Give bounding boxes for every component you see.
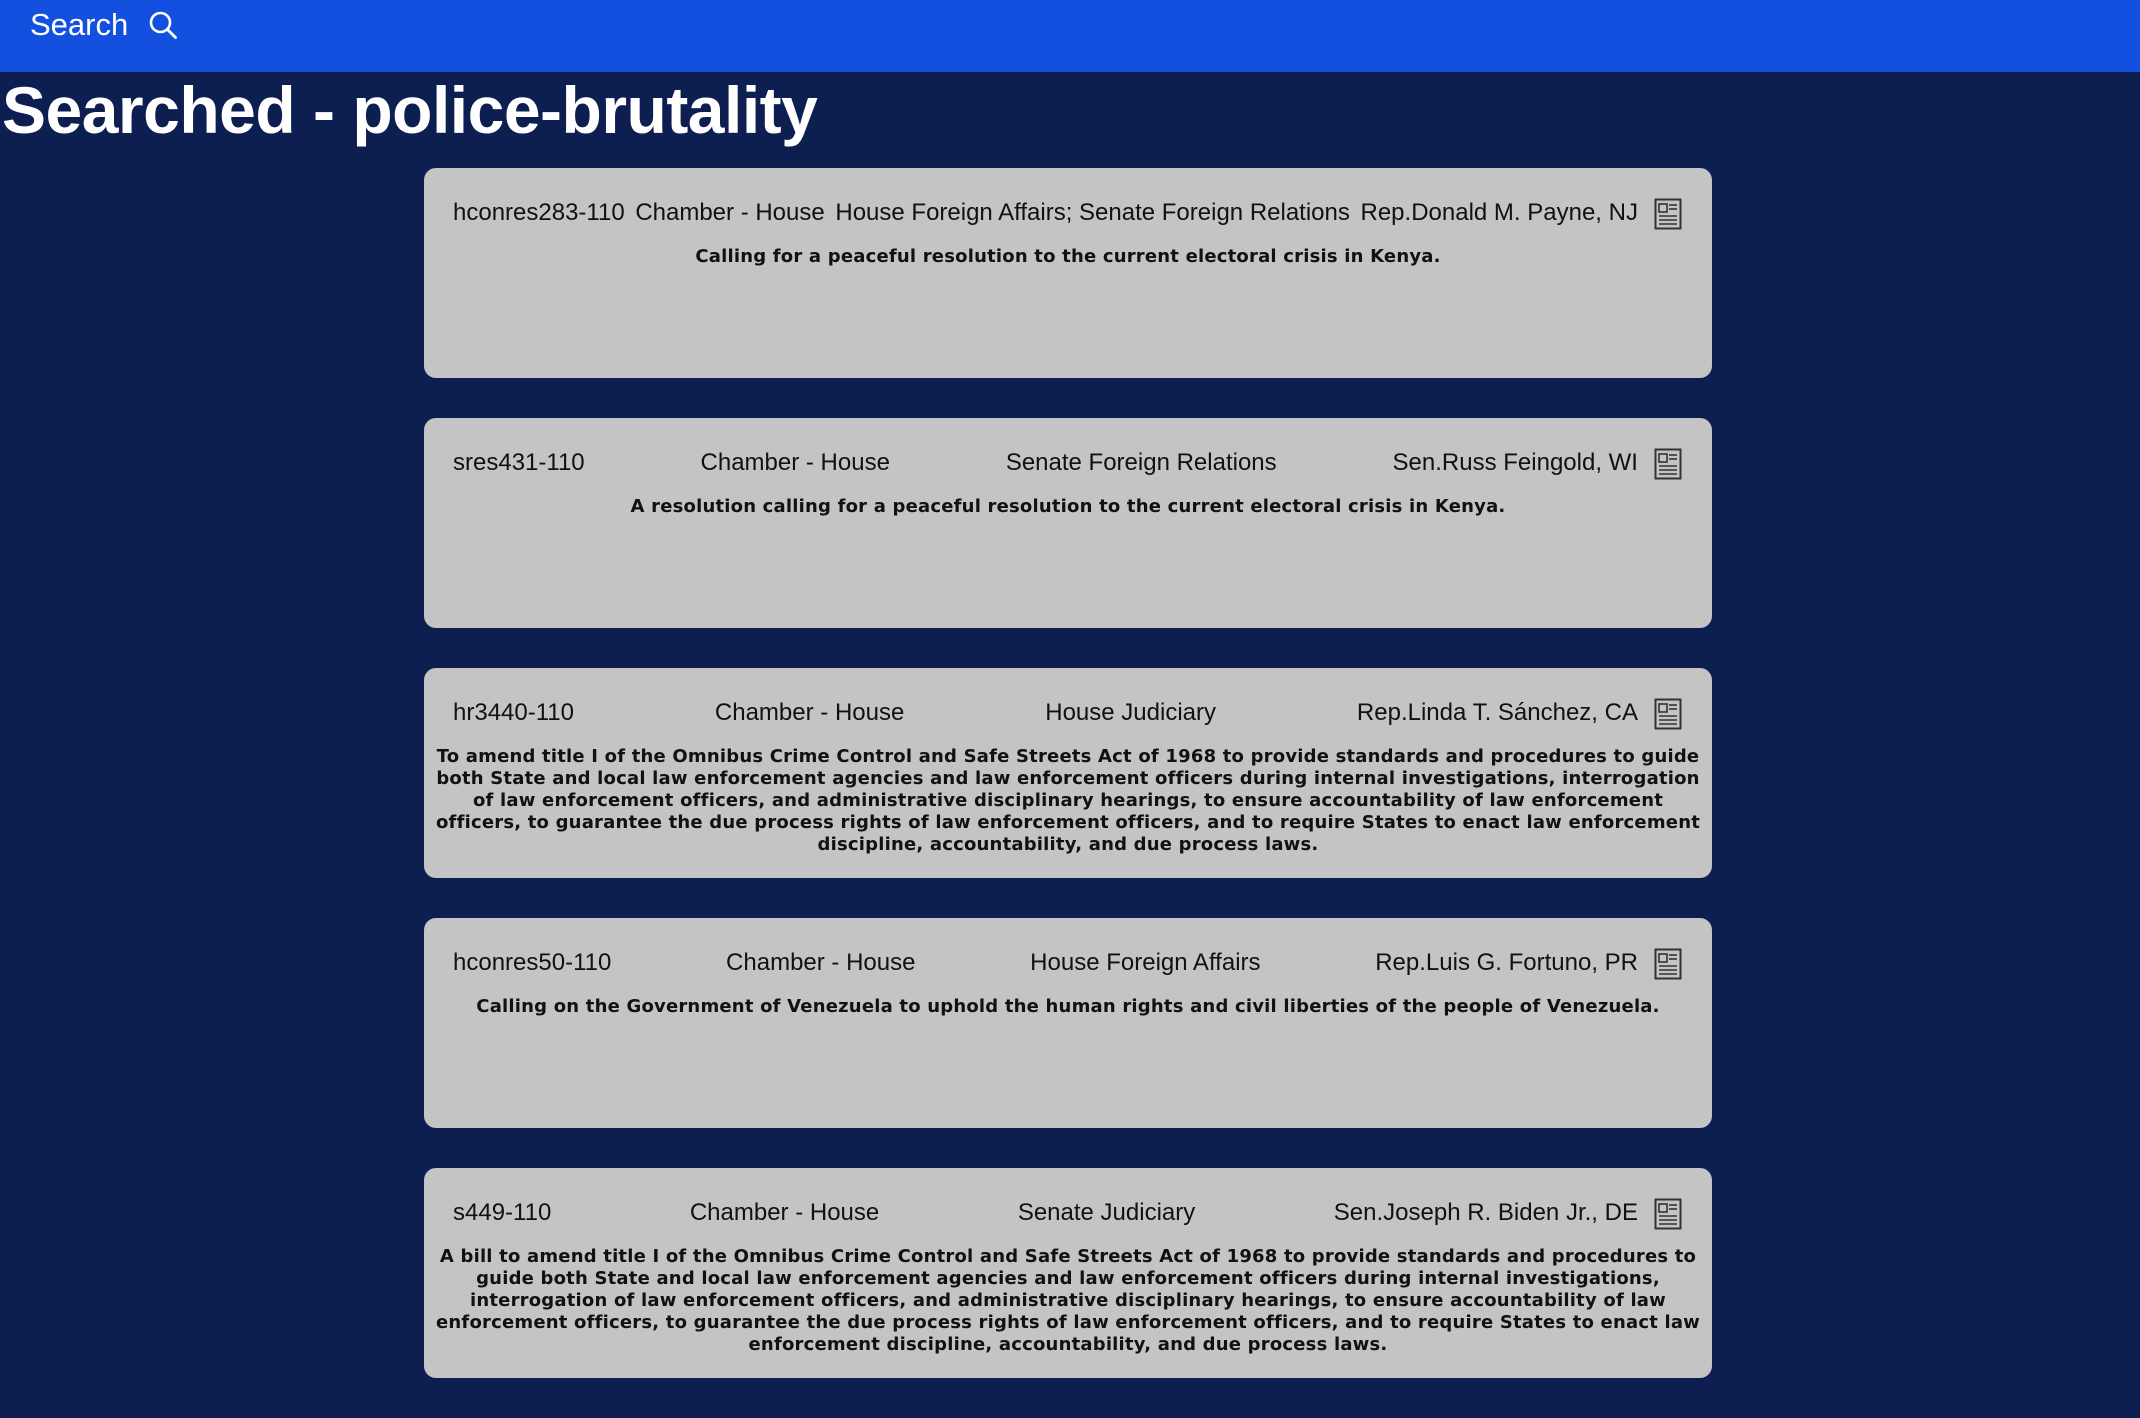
result-card[interactable]: s449-110 Chamber - House Senate Judiciar… (424, 1168, 1712, 1378)
search-label[interactable]: Search (30, 7, 128, 43)
bill-description: A resolution calling for a peaceful reso… (630, 496, 1506, 517)
results-list: hconres283-110 Chamber - House House For… (424, 168, 1712, 1418)
result-card-header: sres431-110 Chamber - House Senate Forei… (453, 446, 1638, 480)
bill-description: A bill to amend title I of the Omnibus C… (435, 1246, 1701, 1355)
sponsor-label: Rep.Luis G. Fortuno, PR (1375, 949, 1638, 976)
sponsor-label: Sen.Joseph R. Biden Jr., DE (1333, 1199, 1638, 1226)
bill-id: s449-110 (453, 1199, 552, 1226)
committee-label: House Foreign Affairs; Senate Foreign Re… (835, 199, 1350, 226)
document-icon[interactable] (1654, 448, 1682, 480)
sponsor-label: Rep.Donald M. Payne, NJ (1360, 199, 1638, 226)
bill-id: sres431-110 (453, 449, 585, 476)
bill-id: hr3440-110 (453, 699, 574, 726)
result-card[interactable]: hr3440-110 Chamber - House House Judicia… (424, 668, 1712, 878)
result-card[interactable]: hconres283-110 Chamber - House House For… (424, 168, 1712, 378)
bill-id: hconres283-110 (453, 199, 625, 226)
sponsor-label: Rep.Linda T. Sánchez, CA (1356, 699, 1638, 726)
chamber-label: Chamber - House (726, 949, 916, 976)
search-icon[interactable] (148, 10, 178, 40)
chamber-label: Chamber - House (714, 699, 905, 726)
result-card[interactable]: sres431-110 Chamber - House Senate Forei… (424, 418, 1712, 628)
sponsor-label: Sen.Russ Feingold, WI (1392, 449, 1638, 476)
chamber-label: Chamber - House (635, 199, 825, 226)
result-card-header: hr3440-110 Chamber - House House Judicia… (453, 696, 1638, 730)
result-card-header: hconres50-110 Chamber - House House Fore… (453, 946, 1638, 980)
result-card-header: s449-110 Chamber - House Senate Judiciar… (453, 1196, 1638, 1230)
search-link[interactable]: Search (30, 4, 178, 46)
document-icon[interactable] (1654, 698, 1682, 730)
bill-description: To amend title I of the Omnibus Crime Co… (435, 746, 1701, 855)
result-card-header: hconres283-110 Chamber - House House For… (453, 196, 1638, 230)
committee-label: Senate Judiciary (1017, 1199, 1196, 1226)
committee-label: House Judiciary (1045, 699, 1216, 726)
page-title: Searched - police-brutality (2, 73, 818, 147)
chamber-label: Chamber - House (689, 1199, 880, 1226)
committee-label: Senate Foreign Relations (1005, 449, 1277, 476)
bill-description: Calling on the Government of Venezuela t… (476, 996, 1660, 1017)
committee-label: House Foreign Affairs (1030, 949, 1261, 976)
document-icon[interactable] (1654, 948, 1682, 980)
bill-description: Calling for a peaceful resolution to the… (695, 246, 1441, 267)
document-icon[interactable] (1654, 1198, 1682, 1230)
bill-id: hconres50-110 (453, 949, 612, 976)
result-card[interactable]: hconres50-110 Chamber - House House Fore… (424, 918, 1712, 1128)
chamber-label: Chamber - House (700, 449, 890, 476)
document-icon[interactable] (1654, 198, 1682, 230)
top-navbar: Search (0, 0, 2140, 72)
